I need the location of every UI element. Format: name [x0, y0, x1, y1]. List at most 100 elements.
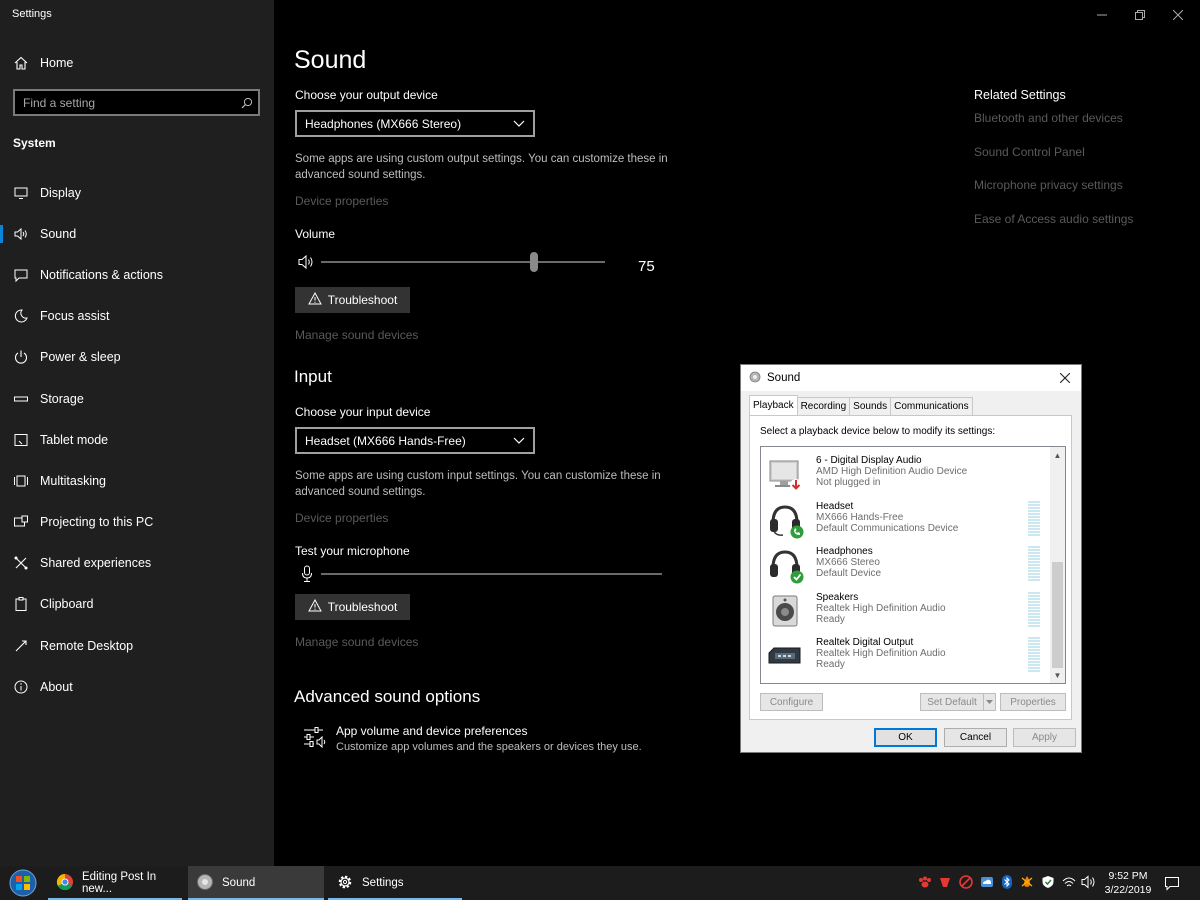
- tab-communications[interactable]: Communications: [890, 397, 973, 415]
- tray-security-icon[interactable]: [1040, 874, 1056, 890]
- dialog-close-button[interactable]: [1055, 368, 1075, 388]
- restore-button[interactable]: [1125, 4, 1155, 26]
- section-label-system: System: [13, 136, 56, 150]
- cancel-button[interactable]: Cancel: [944, 728, 1007, 747]
- search-icon[interactable]: [236, 97, 258, 109]
- tray-app-icon[interactable]: [937, 874, 953, 890]
- sidebar-item-storage[interactable]: Storage: [0, 378, 274, 419]
- related-link-microphone-privacy[interactable]: Microphone privacy settings: [974, 178, 1123, 192]
- tab-sounds[interactable]: Sounds: [849, 397, 892, 415]
- nav-home[interactable]: Home: [0, 50, 274, 76]
- tray-paw-icon[interactable]: [917, 874, 933, 890]
- action-center-icon[interactable]: [1164, 875, 1180, 891]
- scroll-up-icon[interactable]: ▲: [1052, 449, 1063, 461]
- input-troubleshoot-button[interactable]: Troubleshoot: [295, 594, 410, 620]
- search-box[interactable]: [13, 89, 260, 116]
- close-window-button[interactable]: [1163, 4, 1193, 26]
- sidebar-item-label: Remote Desktop: [40, 638, 134, 653]
- sidebar-item-display[interactable]: Display: [0, 172, 274, 213]
- troubleshoot-label: Troubleshoot: [327, 293, 398, 307]
- speaker-icon: [0, 226, 40, 242]
- taskbar-item-settings[interactable]: Settings: [328, 866, 462, 900]
- ok-button[interactable]: OK: [874, 728, 937, 747]
- sidebar-item-multitasking[interactable]: Multitasking: [0, 460, 274, 501]
- list-item-headset[interactable]: Headset MX666 Hands-Free Default Communi…: [761, 497, 1051, 542]
- list-item-headphones[interactable]: Headphones MX666 Stereo Default Device: [761, 542, 1051, 587]
- volume-speaker-icon[interactable]: [298, 254, 316, 275]
- list-item-realtek-digital-output[interactable]: Realtek Digital Output Realtek High Defi…: [761, 633, 1051, 678]
- chevron-down-icon: [513, 117, 525, 131]
- device-list-scrollbar[interactable]: ▲ ▼: [1050, 447, 1065, 683]
- sidebar-item-shared-experiences[interactable]: Shared experiences: [0, 543, 274, 584]
- sidebar-item-sound[interactable]: Sound: [0, 213, 274, 254]
- clipboard-icon: [0, 596, 40, 612]
- related-link-ease-of-access-audio[interactable]: Ease of Access audio settings: [974, 212, 1133, 226]
- speaker-device-icon: [766, 592, 804, 630]
- tray-bluetooth-icon[interactable]: [999, 874, 1015, 890]
- minimize-icon: [1097, 14, 1107, 16]
- tray-flame-icon[interactable]: [1019, 874, 1035, 890]
- sidebar-item-label: Notifications & actions: [40, 267, 163, 282]
- sliders-icon: [303, 726, 327, 753]
- playback-device-list[interactable]: 6 - Digital Display Audio AMD High Defin…: [760, 446, 1066, 684]
- configure-button[interactable]: Configure: [760, 693, 823, 711]
- sidebar-item-notifications[interactable]: Notifications & actions: [0, 254, 274, 295]
- minimize-button[interactable]: [1087, 4, 1117, 26]
- sidebar-item-remote-desktop[interactable]: Remote Desktop: [0, 625, 274, 666]
- scroll-down-icon[interactable]: ▼: [1052, 669, 1063, 681]
- set-default-dropdown[interactable]: [983, 693, 996, 711]
- list-item-speakers[interactable]: Speakers Realtek High Definition Audio R…: [761, 588, 1051, 633]
- windows-orb-icon: [9, 869, 37, 897]
- input-device-properties-link[interactable]: Device properties: [295, 511, 388, 525]
- input-manage-devices-link[interactable]: Manage sound devices: [295, 635, 418, 649]
- volume-slider[interactable]: [321, 261, 605, 263]
- sidebar-item-projecting[interactable]: Projecting to this PC: [0, 502, 274, 543]
- related-link-bluetooth[interactable]: Bluetooth and other devices: [974, 111, 1123, 125]
- properties-button[interactable]: Properties: [1000, 693, 1066, 711]
- apply-button[interactable]: Apply: [1013, 728, 1076, 747]
- related-link-sound-control-panel[interactable]: Sound Control Panel: [974, 145, 1085, 159]
- home-icon: [0, 55, 40, 71]
- start-button[interactable]: [3, 867, 43, 899]
- output-custom-note: Some apps are using custom output settin…: [295, 153, 668, 181]
- taskbar-item-chrome[interactable]: Editing Post In new...: [48, 866, 182, 900]
- output-device-properties-link[interactable]: Device properties: [295, 194, 388, 208]
- device-name: 6 - Digital Display Audio: [816, 455, 922, 466]
- volume-slider-thumb[interactable]: [530, 252, 538, 272]
- device-status: Default Communications Device: [816, 523, 959, 534]
- sidebar-item-clipboard[interactable]: Clipboard: [0, 584, 274, 625]
- app-title: Settings: [12, 8, 52, 20]
- input-device-dropdown[interactable]: Headset (MX666 Hands-Free): [295, 427, 535, 454]
- tray-volume-icon[interactable]: [1081, 874, 1097, 890]
- tray-antivirus-icon[interactable]: [958, 874, 974, 890]
- output-device-dropdown[interactable]: Headphones (MX666 Stereo): [295, 110, 535, 137]
- scrollbar-thumb[interactable]: [1052, 562, 1063, 668]
- sidebar-item-focus-assist[interactable]: Focus assist: [0, 296, 274, 337]
- dialog-titlebar[interactable]: Sound: [741, 365, 1081, 391]
- input-custom-note: Some apps are using custom input setting…: [295, 470, 661, 498]
- tab-recording[interactable]: Recording: [796, 397, 851, 415]
- clock[interactable]: 9:52 PM 3/22/2019: [1099, 869, 1157, 897]
- device-status: Not plugged in: [816, 477, 881, 488]
- search-input[interactable]: [15, 91, 236, 114]
- app-volume-preferences-item[interactable]: App volume and device preferences Custom…: [303, 724, 663, 760]
- tray-wifi-icon[interactable]: [1061, 874, 1077, 890]
- message-icon: [0, 267, 40, 283]
- app-volume-title: App volume and device preferences: [336, 724, 528, 738]
- sidebar-item-power-sleep[interactable]: Power & sleep: [0, 337, 274, 378]
- output-manage-devices-link[interactable]: Manage sound devices: [295, 328, 418, 342]
- taskbar-item-sound[interactable]: Sound: [188, 866, 324, 900]
- sidebar-item-about[interactable]: About: [0, 666, 274, 707]
- device-name: Headset: [816, 501, 854, 512]
- tab-playback[interactable]: Playback: [749, 395, 798, 415]
- set-default-button[interactable]: Set Default: [920, 693, 983, 711]
- tray-cloud-icon[interactable]: [979, 874, 995, 890]
- output-device-label: Choose your output device: [295, 88, 438, 102]
- sidebar-item-tablet-mode[interactable]: Tablet mode: [0, 419, 274, 460]
- output-troubleshoot-button[interactable]: Troubleshoot: [295, 287, 410, 313]
- page-title: Sound: [294, 46, 367, 74]
- restore-icon: [1135, 10, 1145, 20]
- list-item-digital-display-audio[interactable]: 6 - Digital Display Audio AMD High Defin…: [761, 451, 1051, 496]
- level-meter: [1028, 637, 1040, 673]
- device-status: Ready: [816, 659, 845, 670]
